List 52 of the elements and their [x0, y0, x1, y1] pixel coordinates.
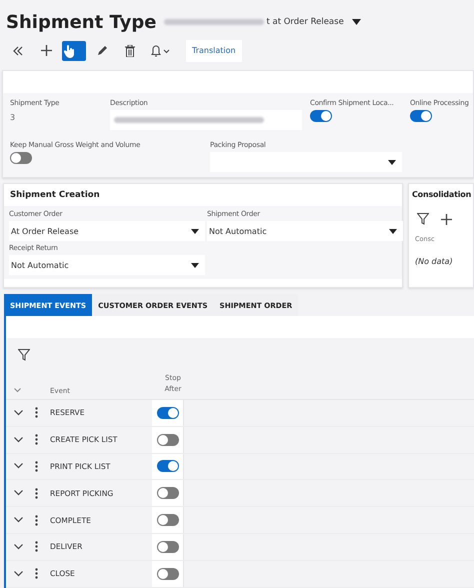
dropdown-caret-icon — [191, 228, 199, 234]
toggle-switch[interactable] — [410, 110, 432, 122]
dropdown-field[interactable]: At Order Release — [9, 221, 205, 241]
empty-message: (No data) — [414, 256, 454, 266]
filter-icon[interactable] — [417, 213, 429, 225]
field-value: 3 — [10, 112, 16, 122]
plus-icon[interactable] — [441, 214, 452, 224]
dropdown-caret-icon — [388, 160, 396, 164]
toggle-switch[interactable] — [156, 487, 178, 500]
page-title: Shipment Type — [6, 12, 156, 32]
translation-button[interactable]: Translation — [186, 40, 242, 62]
more-options-icon[interactable] — [35, 407, 38, 418]
more-options-icon[interactable] — [35, 568, 38, 580]
plus-icon — [40, 45, 52, 56]
toggle-switch[interactable] — [156, 540, 178, 553]
toggle-switch[interactable] — [156, 460, 178, 472]
section-title: Consolidation — [411, 189, 472, 199]
hand-pointer-icon — [64, 44, 76, 58]
toggle-switch[interactable] — [156, 406, 178, 419]
dropdown-caret-icon — [191, 262, 199, 268]
more-options-icon[interactable] — [35, 460, 38, 472]
expand-chevron-icon[interactable] — [14, 463, 23, 470]
expand-chevron-icon[interactable] — [14, 544, 23, 550]
trash-icon — [125, 44, 135, 56]
section-title: Shipment Creation — [9, 189, 101, 200]
more-options-icon[interactable] — [35, 488, 38, 499]
pencil-icon — [96, 45, 108, 56]
bell-icon — [151, 44, 171, 56]
more-options-icon[interactable] — [35, 541, 38, 552]
more-options-icon[interactable] — [35, 434, 38, 446]
hand-button[interactable] — [62, 40, 86, 60]
toggle-switch[interactable] — [156, 568, 178, 580]
input-field[interactable] — [110, 110, 302, 130]
chevron-down-icon[interactable] — [14, 388, 21, 393]
expand-chevron-icon[interactable] — [14, 570, 23, 577]
expand-chevron-icon[interactable] — [14, 517, 23, 524]
toggle-switch[interactable] — [10, 152, 32, 164]
dropdown-field[interactable] — [210, 152, 402, 172]
toggle-switch[interactable] — [156, 514, 178, 526]
toggle-switch[interactable] — [310, 110, 332, 122]
toggle-switch[interactable] — [156, 434, 178, 446]
record-subtitle: t at Order Release — [266, 17, 344, 27]
expand-chevron-icon[interactable] — [14, 410, 23, 416]
double-chevron-left-icon — [13, 46, 23, 56]
dropdown-caret-icon[interactable] — [352, 19, 361, 25]
expand-chevron-icon[interactable] — [14, 436, 23, 443]
more-options-icon[interactable] — [35, 514, 38, 526]
dropdown-caret-icon — [389, 228, 397, 234]
dropdown-field[interactable]: Not Automatic — [207, 221, 403, 241]
dropdown-field[interactable]: Not Automatic — [9, 255, 205, 275]
filter-icon[interactable] — [18, 349, 30, 361]
expand-chevron-icon[interactable] — [14, 490, 23, 496]
